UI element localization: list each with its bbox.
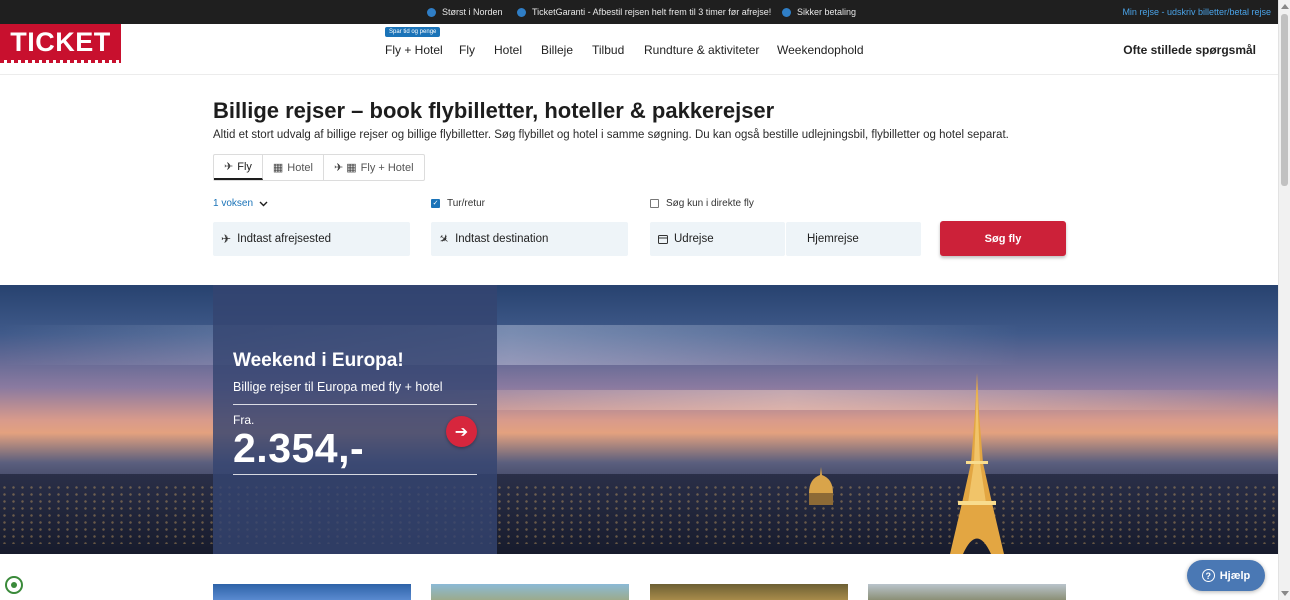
roundtrip-checkbox[interactable]: ✓ Tur/retur — [431, 198, 485, 209]
direct-flight-check-box[interactable] — [650, 199, 659, 208]
page-scrollbar[interactable] — [1278, 0, 1290, 600]
destination-card[interactable] — [431, 584, 629, 600]
return-date-field[interactable]: Hjemrejse — [786, 222, 921, 256]
help-label: Hjælp — [1219, 569, 1251, 582]
hero-banner[interactable]: Weekend i Europa! Billige rejser til Eur… — [0, 285, 1278, 554]
nav-fly-hotel[interactable]: Fly + Hotel — [385, 43, 443, 57]
destination-card[interactable] — [213, 584, 411, 600]
page-subtitle: Altid et stort udvalg af billige rejser … — [213, 129, 1009, 141]
chevron-down-icon — [259, 201, 268, 206]
destination-placeholder: Indtast destination — [455, 233, 549, 245]
nav-tilbud[interactable]: Tilbud — [592, 43, 624, 57]
nav-fly[interactable]: Fly — [459, 43, 475, 57]
scroll-up-arrow[interactable] — [1281, 4, 1289, 9]
globe-icon — [427, 7, 436, 17]
passenger-selector[interactable]: 1 voksen — [213, 198, 268, 209]
ticket-logo[interactable]: TICKET — [0, 24, 121, 63]
destination-card[interactable] — [868, 584, 1066, 600]
roundtrip-label: Tur/retur — [447, 198, 485, 209]
usp-guarantee: TicketGaranti - Afbestil rejsen helt fre… — [517, 7, 771, 17]
hotel-icon: ▦ — [272, 162, 284, 174]
usp-guarantee-text: TicketGaranti - Afbestil rejsen helt fre… — [532, 7, 772, 17]
plane-hotel-icon: ✈ ▦ — [333, 162, 357, 174]
nav-hotel[interactable]: Hotel — [494, 43, 522, 57]
scrollbar-thumb[interactable] — [1281, 14, 1288, 186]
direct-flight-label: Søg kun i direkte fly — [666, 198, 754, 209]
nav-rundture[interactable]: Rundture & aktiviteter — [644, 43, 759, 57]
question-icon: ? — [1201, 569, 1215, 582]
scroll-down-arrow[interactable] — [1281, 591, 1289, 596]
plane-arrival-icon: ✈ — [435, 230, 453, 248]
lock-icon — [782, 7, 791, 17]
tab-hotel[interactable]: ▦ Hotel — [263, 155, 324, 180]
faq-link[interactable]: Ofte stillede spørgsmål — [1123, 43, 1256, 57]
hero-divider — [233, 474, 477, 475]
direct-flight-checkbox[interactable]: Søg kun i direkte fly — [650, 198, 754, 209]
search-flights-button[interactable]: Søg fly — [940, 221, 1066, 256]
tab-fly-hotel-label: Fly + Hotel — [360, 161, 414, 174]
passenger-count: 1 voksen — [213, 198, 254, 209]
nav-weekendophold[interactable]: Weekendophold — [777, 43, 864, 57]
eiffel-tower-image — [950, 373, 1004, 554]
destination-card[interactable] — [650, 584, 848, 600]
return-placeholder: Hjemrejse — [807, 233, 859, 245]
roundtrip-check-box[interactable]: ✓ — [431, 199, 440, 208]
dome-building-image — [809, 467, 833, 505]
usp-secure-payment: Sikker betaling — [782, 7, 856, 17]
page-title: Billige rejser – book flybilletter, hote… — [213, 98, 775, 123]
hero-subtitle: Billige rejser til Europa med fly + hote… — [233, 380, 443, 394]
calendar-icon — [658, 235, 668, 244]
trust-badge-icon[interactable] — [5, 576, 23, 594]
tab-fly-label: Fly — [237, 160, 252, 173]
hero-price: 2.354,- — [233, 425, 365, 471]
origin-placeholder: Indtast afrejsested — [237, 233, 332, 245]
logo-text: TICKET — [10, 26, 111, 57]
hero-title: Weekend i Europa! — [233, 350, 404, 371]
hero-city-lights — [0, 484, 1278, 544]
tab-fly-hotel[interactable]: ✈ ▦ Fly + Hotel — [324, 155, 424, 180]
plane-departure-icon: ✈ — [221, 232, 232, 246]
plane-icon: ✈ — [224, 161, 234, 173]
usp-secure-payment-text: Sikker betaling — [797, 7, 857, 17]
nav-billeje[interactable]: Billeje — [541, 43, 573, 57]
site-header: TICKET Spar tid og penge Fly + Hotel Fly… — [0, 24, 1278, 75]
tab-fly[interactable]: ✈ Fly — [214, 155, 263, 180]
search-type-tabs: ✈ Fly ▦ Hotel ✈ ▦ Fly + Hotel — [213, 154, 425, 181]
hero-divider — [233, 404, 477, 405]
destination-field[interactable]: ✈ Indtast destination — [431, 222, 628, 256]
nav-promo-badge: Spar tid og penge — [385, 27, 441, 37]
shield-check-icon — [517, 7, 526, 17]
top-info-bar: Størst i Norden TicketGaranti - Afbestil… — [0, 0, 1278, 24]
usp-largest-text: Størst i Norden — [442, 7, 503, 17]
origin-field[interactable]: ✈ Indtast afrejsested — [213, 222, 410, 256]
departure-date-field[interactable]: Udrejse — [650, 222, 785, 256]
usp-largest: Størst i Norden — [427, 7, 503, 17]
arrow-right-icon[interactable]: ➔ — [446, 416, 477, 447]
departure-placeholder: Udrejse — [674, 233, 714, 245]
hero-cloud — [0, 325, 1278, 365]
hero-offer-panel[interactable]: Weekend i Europa! Billige rejser til Eur… — [213, 285, 497, 554]
tab-hotel-label: Hotel — [287, 161, 313, 174]
my-trip-link[interactable]: Min rejse - udskriv billetter/betal rejs… — [1122, 7, 1271, 17]
help-button[interactable]: ? Hjælp — [1187, 560, 1265, 591]
